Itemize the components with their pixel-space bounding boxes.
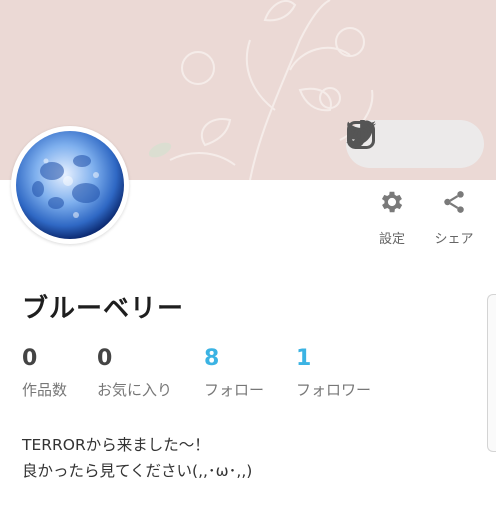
bio-line-2: 良かったら見てください(,,･ω･,,): [22, 462, 253, 480]
stat-works-label: 作品数: [22, 381, 68, 399]
stat-favorites-label: お気に入り: [97, 381, 173, 399]
stat-followers[interactable]: 1 フォロワー: [296, 346, 371, 400]
stat-followers-label: フォロワー: [296, 381, 372, 399]
settings-label: 設定: [378, 232, 405, 247]
stat-favorites[interactable]: 0 お気に入り: [97, 346, 172, 400]
share-label: シェア: [434, 232, 474, 247]
share-icon: [426, 186, 482, 218]
stat-works-count: 0: [22, 346, 38, 371]
profile-bio: TERRORから来ました〜！ 良かったら見てください(,,･ω･,,): [22, 432, 252, 484]
instagram-icon[interactable]: [347, 121, 473, 161]
stat-favorites-count: 0: [97, 346, 113, 371]
settings-button[interactable]: 設定: [364, 186, 420, 247]
stat-works[interactable]: 0 作品数: [22, 346, 67, 400]
social-links: [346, 120, 484, 168]
tiktok-icon[interactable]: [347, 120, 432, 161]
share-button[interactable]: シェア: [426, 186, 482, 247]
stat-followers-count: 1: [296, 346, 312, 371]
profile-name: ブルーベリー: [22, 294, 185, 324]
gear-icon: [364, 186, 420, 218]
profile-actions: 設定 シェア: [370, 186, 490, 250]
stat-following-count: 8: [204, 346, 220, 371]
avatar[interactable]: [11, 126, 129, 244]
side-scroll-handle[interactable]: [487, 294, 496, 452]
bio-line-1: TERRORから来ました〜！: [22, 436, 210, 454]
stat-following[interactable]: 8 フォロー: [204, 346, 264, 400]
moon-avatar-image: [16, 131, 124, 239]
stat-following-label: フォロー: [204, 381, 265, 399]
